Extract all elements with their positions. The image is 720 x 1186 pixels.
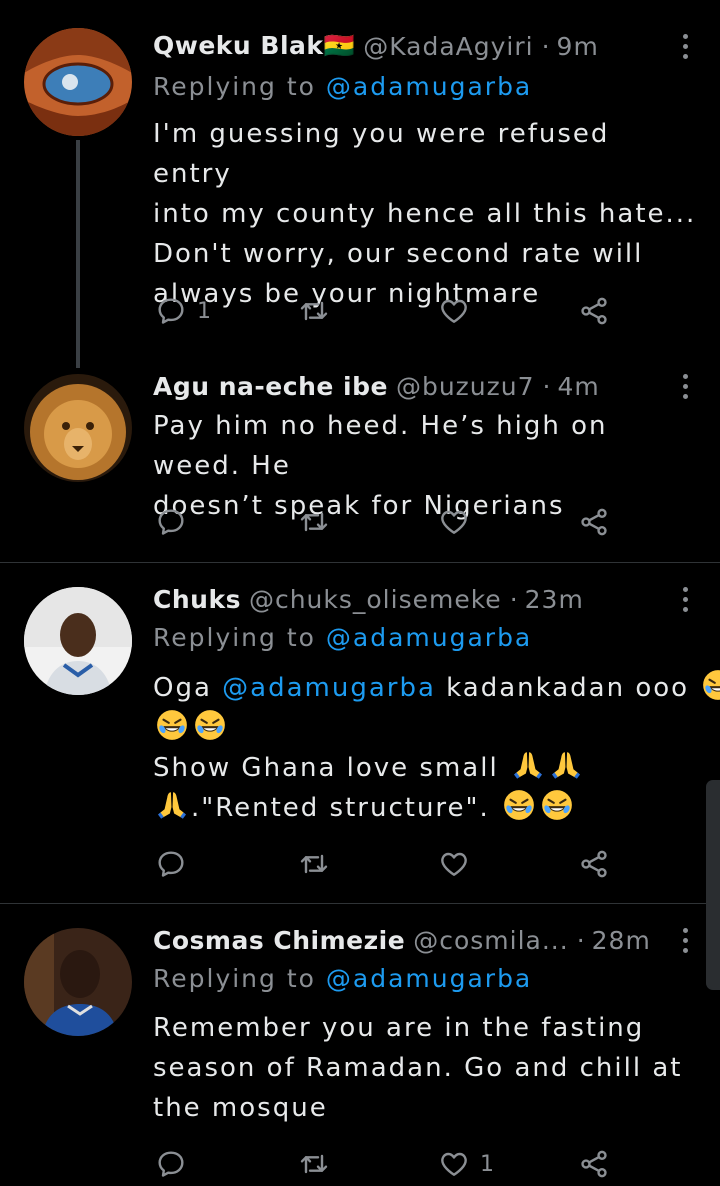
tweet-text-line: Show Ghana love small (153, 748, 698, 788)
more-icon[interactable] (680, 587, 690, 615)
user-handle[interactable]: @cosmila... (413, 926, 568, 955)
timestamp[interactable]: 4m (557, 372, 599, 401)
share-icon (578, 506, 610, 538)
separator-dot: · (541, 31, 551, 61)
like-button[interactable]: 1 (438, 1144, 494, 1184)
avatar[interactable] (24, 28, 132, 136)
reply-icon (155, 848, 187, 880)
share-icon (578, 295, 610, 327)
retweet-icon (298, 1148, 330, 1180)
mention-link[interactable]: @adamugarba (326, 72, 532, 101)
tweet-text-line: Oga @adamugarba kadankadan ooo (153, 668, 698, 708)
action-bar: 1 (153, 1144, 623, 1184)
retweet-button[interactable] (298, 291, 330, 331)
avatar[interactable] (24, 587, 132, 695)
action-bar: 1 (153, 291, 623, 331)
replying-to: Replying to @adamugarba (153, 623, 532, 652)
tweet-header: Cosmas Chimezie @cosmila... · 28m (153, 920, 651, 960)
share-icon (578, 848, 610, 880)
pray-emoji (155, 788, 189, 822)
timestamp[interactable]: 9m (557, 32, 599, 61)
avatar[interactable] (24, 374, 132, 482)
like-button[interactable] (438, 844, 470, 884)
tweet-text: Remember you are in the fasting season o… (153, 1013, 683, 1123)
replying-to: Replying to @adamugarba (153, 964, 532, 993)
replying-label: Replying to (153, 964, 326, 993)
separator-dot: · (509, 584, 519, 614)
rofl-emoji (502, 788, 536, 822)
mention-link[interactable]: @adamugarba (326, 964, 532, 993)
thread-connector (76, 140, 80, 368)
retweet-icon (298, 295, 330, 327)
rofl-emoji (540, 788, 574, 822)
reply-count: 1 (197, 298, 211, 324)
replying-to: Replying to @adamugarba (153, 72, 532, 101)
pray-emoji (511, 748, 545, 782)
reply-button[interactable]: 1 (155, 291, 211, 331)
heart-icon (438, 848, 470, 880)
like-count: 1 (480, 1151, 494, 1177)
text-fragment: ."Rented structure". (191, 793, 490, 823)
action-bar (153, 502, 623, 542)
mention-link[interactable]: @adamugarba (222, 673, 436, 703)
user-handle[interactable]: @KadaAgyiri (363, 32, 533, 61)
heart-icon (438, 295, 470, 327)
retweet-button[interactable] (298, 1144, 330, 1184)
heart-icon (438, 506, 470, 538)
rofl-emoji (193, 708, 227, 742)
display-name[interactable]: Cosmas Chimezie (153, 926, 405, 955)
text-fragment: Show Ghana love small (153, 753, 499, 783)
scrollbar[interactable] (706, 780, 720, 990)
timestamp[interactable]: 28m (592, 926, 651, 955)
display-name[interactable]: Agu na-eche ibe (153, 372, 388, 401)
reply-icon (155, 295, 187, 327)
divider (0, 562, 720, 563)
tweet-header: Agu na-eche ibe @buzuzu7 · 4m (153, 366, 600, 406)
tweet-header: Qweku Blak🇬🇭 @KadaAgyiri · 9m (153, 26, 599, 66)
tweet-text-line: ."Rented structure". (153, 788, 698, 828)
like-button[interactable] (438, 502, 470, 542)
tweet-text-line (153, 708, 698, 748)
like-button[interactable] (438, 291, 470, 331)
reply-icon (155, 1148, 187, 1180)
reply-icon (155, 506, 187, 538)
rofl-emoji (155, 708, 189, 742)
user-handle[interactable]: @chuks_olisemeke (249, 585, 502, 614)
retweet-button[interactable] (298, 844, 330, 884)
heart-icon (438, 1148, 470, 1180)
retweet-icon (298, 506, 330, 538)
display-name[interactable]: Chuks (153, 585, 241, 614)
reply-button[interactable] (155, 844, 187, 884)
separator-dot: · (542, 371, 552, 401)
text-fragment: Oga (153, 673, 223, 703)
reply-button[interactable] (155, 1144, 187, 1184)
separator-dot: · (576, 925, 586, 955)
share-button[interactable] (578, 1144, 610, 1184)
more-icon[interactable] (680, 374, 690, 402)
replying-label: Replying to (153, 623, 326, 652)
user-handle[interactable]: @buzuzu7 (396, 372, 535, 401)
reply-button[interactable] (155, 502, 187, 542)
avatar[interactable] (24, 928, 132, 1036)
action-bar (153, 844, 623, 884)
more-icon[interactable] (680, 34, 690, 62)
divider (0, 903, 720, 904)
more-icon[interactable] (680, 928, 690, 956)
share-button[interactable] (578, 502, 610, 542)
retweet-button[interactable] (298, 502, 330, 542)
retweet-icon (298, 848, 330, 880)
timestamp[interactable]: 23m (525, 585, 584, 614)
tweet-text: I'm guessing you were refused entry into… (153, 119, 697, 309)
share-icon (578, 1148, 610, 1180)
rofl-emoji (701, 668, 720, 702)
pray-emoji (549, 748, 583, 782)
display-name[interactable]: Qweku Blak🇬🇭 (153, 31, 355, 61)
replying-label: Replying to (153, 72, 326, 101)
share-button[interactable] (578, 291, 610, 331)
mention-link[interactable]: @adamugarba (326, 623, 532, 652)
tweet-header: Chuks @chuks_olisemeke · 23m (153, 579, 584, 619)
tweet-text: Oga @adamugarba kadankadan ooo Show Ghan… (153, 668, 698, 828)
share-button[interactable] (578, 844, 610, 884)
text-fragment: kadankadan ooo (435, 673, 690, 703)
